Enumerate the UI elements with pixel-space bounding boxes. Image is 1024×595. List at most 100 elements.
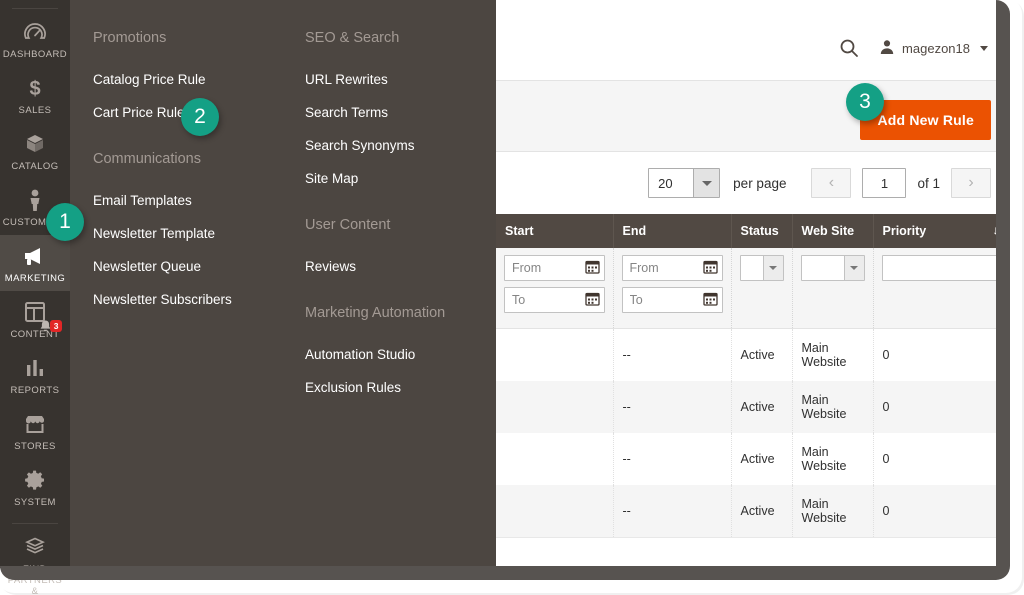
cart-price-rules-grid: Start End Status Web Site Priority ↓ Fro… — [496, 214, 1010, 537]
chevron-down-icon — [843, 256, 864, 280]
grid-pagination-toolbar: 20 per page ‹ of 1 › — [496, 152, 1010, 214]
cell-priority: 0 — [873, 328, 1010, 381]
megaphone-icon — [22, 244, 48, 268]
sidebar-item-stores[interactable]: STORES — [0, 403, 70, 459]
admin-sidebar: DASHBOARD $ SALES CATALOG CUSTOMERS MARK… — [0, 0, 70, 595]
page-number-input[interactable] — [862, 168, 907, 198]
sidebar-item-sales[interactable]: $ SALES — [0, 67, 70, 123]
sidebar-item-label: REPORTS — [10, 385, 60, 396]
sidebar-item-label: STORES — [14, 441, 56, 452]
gear-icon — [23, 468, 47, 492]
flyout-link-newsletter-template[interactable]: Newsletter Template — [93, 217, 293, 250]
cell-start — [496, 381, 614, 433]
chevron-left-icon: ‹ — [828, 174, 835, 191]
flyout-link-search-synonyms[interactable]: Search Synonyms — [305, 129, 500, 162]
end-from-field[interactable] — [621, 255, 723, 281]
column-header-end[interactable]: End — [613, 214, 732, 248]
sort-descending-icon: ↓ — [992, 223, 999, 237]
cell-start — [496, 433, 614, 485]
marketing-flyout-menu: Promotions Catalog Price Rule Cart Price R… — [70, 0, 496, 568]
flyout-link-url-rewrites[interactable]: URL Rewrites — [305, 63, 500, 96]
grid-header-row: Start End Status Web Site Priority ↓ — [496, 214, 1010, 248]
start-from-field[interactable] — [504, 255, 605, 281]
filter-cell-priority — [873, 248, 1010, 329]
cell-website: Main Website — [792, 485, 874, 537]
flyout-link-automation-studio[interactable]: Automation Studio — [305, 338, 500, 371]
sidebar-bottom-divider — [12, 523, 58, 524]
total-pages-label: of 1 — [917, 175, 940, 191]
start-to-field[interactable] — [504, 287, 605, 313]
table-row[interactable]: -- Active Main Website 0 — [496, 381, 1010, 433]
flyout-column-two: SEO & Search URL Rewrites Search Terms Sear… — [305, 30, 500, 426]
sidebar-item-reports[interactable]: REPORTS — [0, 347, 70, 403]
calendar-icon[interactable] — [702, 259, 718, 279]
flyout-group: SEO & Search URL Rewrites Search Terms Sear… — [305, 30, 500, 195]
priority-filter-input[interactable] — [881, 255, 1002, 281]
flyout-link-newsletter-queue[interactable]: Newsletter Queue — [93, 250, 293, 283]
step-marker-1: 1 — [46, 203, 84, 241]
cell-priority: 0 — [873, 433, 1010, 485]
flyout-group-title: Marketing Automation — [305, 305, 446, 321]
status-filter-value — [741, 256, 763, 280]
storefront-icon — [23, 412, 47, 436]
flyout-link-reviews[interactable]: Reviews — [305, 250, 500, 283]
sidebar-item-catalog[interactable]: CATALOG — [0, 123, 70, 179]
column-header-priority[interactable]: Priority ↓ — [873, 214, 1010, 248]
flyout-link-site-map[interactable]: Site Map — [305, 162, 500, 195]
status-filter-select[interactable] — [739, 255, 784, 281]
calendar-icon[interactable] — [584, 259, 600, 279]
admin-header: magezon18 — [496, 0, 1010, 80]
per-page-select[interactable]: 20 — [648, 168, 721, 198]
sidebar-item-system[interactable]: SYSTEM — [0, 459, 70, 515]
svg-text:$: $ — [29, 78, 40, 100]
sidebar-item-dashboard[interactable]: DASHBOARD — [0, 11, 70, 67]
sidebar-item-label: DASHBOARD — [2, 49, 68, 60]
step-marker-3: 3 — [846, 83, 884, 121]
sidebar-item-label: MARKETING — [4, 273, 66, 284]
dashboard-icon — [23, 20, 47, 44]
previous-page-button[interactable]: ‹ — [811, 168, 852, 198]
flyout-link-newsletter-subscribers[interactable]: Newsletter Subscribers — [93, 283, 293, 316]
flyout-group: User Content Reviews — [305, 217, 500, 283]
flyout-group: Marketing Automation Automation Studio Exc… — [305, 305, 500, 404]
table-row[interactable]: -- Active Main Website 0 — [496, 328, 1010, 381]
box-icon — [23, 132, 47, 156]
chevron-down-icon — [693, 169, 720, 197]
content-notification[interactable]: 3 — [38, 319, 62, 339]
cell-website: Main Website — [792, 433, 874, 485]
chevron-right-icon: › — [968, 174, 974, 191]
sidebar-item-find-partners-extensions[interactable]: FIND PARTNERS& EXTENSIONS — [0, 526, 70, 595]
table-row[interactable]: -- Active Main Website 0 — [496, 485, 1010, 537]
next-page-button[interactable]: › — [951, 168, 991, 198]
end-to-field[interactable] — [621, 287, 723, 313]
flyout-link-exclusion-rules[interactable]: Exclusion Rules — [305, 371, 500, 404]
calendar-icon[interactable] — [584, 291, 600, 311]
user-avatar-icon — [879, 39, 895, 58]
cell-status: Active — [731, 328, 793, 381]
cell-end: -- — [613, 433, 732, 485]
cell-website: Main Website — [792, 381, 874, 433]
cell-status: Active — [731, 381, 793, 433]
calendar-icon[interactable] — [702, 291, 718, 311]
chevron-down-icon — [762, 256, 783, 280]
flyout-link-search-terms[interactable]: Search Terms — [305, 96, 500, 129]
cell-website: Main Website — [792, 328, 874, 381]
dollar-icon: $ — [25, 76, 45, 100]
magento-admin-screenshot: DASHBOARD $ SALES CATALOG CUSTOMERS MARK… — [0, 0, 1024, 595]
flyout-link-email-templates[interactable]: Email Templates — [93, 184, 293, 217]
table-row[interactable]: -- Active Main Website 0 — [496, 433, 1010, 485]
step-marker-2: 2 — [181, 98, 219, 136]
user-menu[interactable]: magezon18 — [879, 39, 988, 58]
column-header-start[interactable]: Start — [496, 214, 614, 248]
website-filter-select[interactable] — [800, 255, 865, 281]
flyout-group: Communications Email Templates Newsletter … — [93, 151, 293, 316]
cell-start — [496, 485, 614, 537]
sidebar-item-content[interactable]: CONTENT 3 — [0, 291, 70, 347]
sidebar-item-label: SALES — [18, 105, 52, 116]
flyout-link-catalog-price-rule[interactable]: Catalog Price Rule — [93, 63, 293, 96]
sidebar-item-marketing[interactable]: MARKETING — [0, 235, 70, 291]
flyout-group-title: User Content — [305, 217, 391, 233]
column-header-website[interactable]: Web Site — [792, 214, 874, 248]
column-header-status[interactable]: Status — [731, 214, 793, 248]
search-icon[interactable] — [839, 38, 859, 58]
